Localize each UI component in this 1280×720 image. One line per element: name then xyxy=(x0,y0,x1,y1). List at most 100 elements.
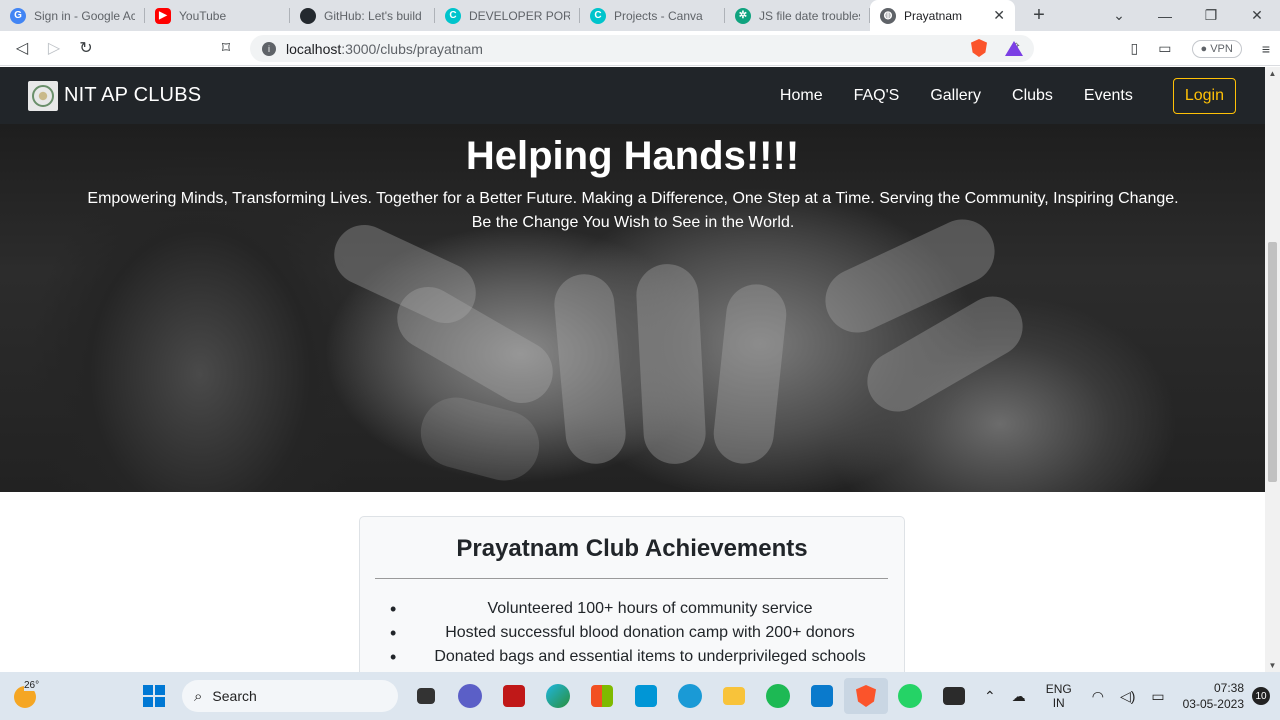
taskbar-apps: ⌕ Search xyxy=(132,678,976,714)
achievements-card: Prayatnam Club Achievements Volunteered … xyxy=(359,516,905,672)
divider xyxy=(375,578,888,579)
wifi-icon[interactable]: ◠ xyxy=(1092,688,1104,705)
site-info-icon[interactable]: i xyxy=(262,41,276,56)
brand[interactable]: NIT AP CLUBS xyxy=(28,80,202,111)
github-icon xyxy=(300,7,316,24)
google-icon: G xyxy=(10,7,26,24)
tab-prayatnam[interactable]: ◍ Prayatnam ✕ xyxy=(870,0,1015,31)
back-icon[interactable]: ◁ xyxy=(6,38,38,58)
taskbar-search[interactable]: ⌕ Search xyxy=(182,680,398,712)
brand-text: NIT AP CLUBS xyxy=(64,84,202,106)
menu-icon[interactable]: ≡ xyxy=(1262,41,1270,57)
nav-home[interactable]: Home xyxy=(780,87,823,105)
lang-code: ENG xyxy=(1045,682,1072,696)
tab-search-icon[interactable]: ⌄ xyxy=(1096,7,1142,24)
tab-github[interactable]: GitHub: Let's build f xyxy=(290,0,435,31)
browser-toolbar: ◁ ▷ ↻ ⌑ i localhost:3000/clubs/prayatnam… xyxy=(0,31,1280,66)
whatsapp-icon[interactable] xyxy=(888,678,932,714)
sidebar-icon[interactable]: ▯ xyxy=(1131,40,1139,57)
canva-icon: C xyxy=(445,7,461,24)
browser-tab-strip: G Sign in - Google Acc ▶ YouTube GitHub:… xyxy=(0,0,1280,31)
spotify-icon[interactable] xyxy=(756,678,800,714)
toolbar-right: ▯ ▭ ● VPN ≡ xyxy=(1131,31,1270,66)
list-item: Hosted successful blood donation camp wi… xyxy=(390,621,890,645)
brave-browser-icon[interactable] xyxy=(844,678,888,714)
vpn-label: VPN xyxy=(1210,42,1233,55)
chatgpt-icon: ✲ xyxy=(735,7,751,24)
page-scrollbar[interactable]: ▲ ▼ xyxy=(1265,67,1280,672)
tab-developer-portfolio[interactable]: C DEVELOPER PORTFO xyxy=(435,0,580,31)
close-icon[interactable]: ✕ xyxy=(993,7,1005,24)
tab-youtube[interactable]: ▶ YouTube xyxy=(145,0,290,31)
tab-projects-canva[interactable]: C Projects - Canva xyxy=(580,0,725,31)
address-bar[interactable]: i localhost:3000/clubs/prayatnam ⇪ xyxy=(250,35,1034,62)
volume-icon[interactable]: ◁) xyxy=(1120,688,1135,705)
notification-badge[interactable]: 10 xyxy=(1252,687,1270,705)
list-item: Volunteered 100+ hours of community serv… xyxy=(390,597,890,621)
globe-icon: ◍ xyxy=(880,7,896,24)
weather-widget[interactable]: 26° xyxy=(12,680,42,710)
bookmark-icon[interactable]: ⌑ xyxy=(210,38,242,58)
scrollbar-thumb[interactable] xyxy=(1268,242,1277,482)
onedrive-icon[interactable]: ☁ xyxy=(1012,688,1026,705)
tab-title: Projects - Canva xyxy=(614,8,703,23)
hero-title: Helping Hands!!!! xyxy=(465,134,800,178)
wallet-icon[interactable]: ▭ xyxy=(1158,40,1171,57)
site-navbar: NIT AP CLUBS Home FAQ'S Gallery Clubs Ev… xyxy=(0,67,1265,124)
clock-date: 03-05-2023 xyxy=(1182,697,1244,711)
vpn-button[interactable]: ● VPN xyxy=(1191,39,1242,58)
microsoft-store-icon[interactable] xyxy=(580,678,624,714)
mcafee-icon[interactable] xyxy=(492,678,536,714)
nav-links: Home FAQ'S Gallery Clubs Events Login xyxy=(749,77,1236,114)
hp-support-icon[interactable] xyxy=(624,678,668,714)
teams-chat-icon[interactable] xyxy=(448,678,492,714)
tab-title: DEVELOPER PORTFO xyxy=(469,8,570,23)
help-icon[interactable] xyxy=(668,678,712,714)
list-item: Donated bags and essential items to unde… xyxy=(390,645,890,669)
minimize-icon[interactable]: — xyxy=(1142,8,1188,24)
url-path: :3000/clubs/prayatnam xyxy=(341,40,483,57)
new-tab-button[interactable]: + xyxy=(1025,0,1053,31)
search-icon: ⌕ xyxy=(194,687,203,705)
tab-title: JS file date troublesh xyxy=(759,8,860,23)
login-button[interactable]: Login xyxy=(1172,77,1236,114)
nav-events[interactable]: Events xyxy=(1084,87,1133,105)
windows-taskbar: 26° ⌕ Search ⌃ ☁ ENG IN ◠ ◁) ▭ 07:38 03-… xyxy=(0,672,1280,720)
tab-title: Prayatnam xyxy=(904,8,963,23)
vscode-icon[interactable] xyxy=(800,678,844,714)
chevron-up-icon[interactable]: ⌃ xyxy=(984,688,996,705)
window-controls: ⌄ — ❐ ✕ xyxy=(1096,0,1280,31)
task-view-icon[interactable] xyxy=(404,678,448,714)
nav-clubs[interactable]: Clubs xyxy=(1012,87,1053,105)
edge-icon[interactable] xyxy=(536,678,580,714)
reload-icon[interactable]: ↻ xyxy=(70,38,102,58)
achievements-title: Prayatnam Club Achievements xyxy=(456,535,808,562)
nav-gallery[interactable]: Gallery xyxy=(930,87,981,105)
achievements-list: Volunteered 100+ hours of community serv… xyxy=(390,597,890,669)
tab-js-file-date[interactable]: ✲ JS file date troublesh xyxy=(725,0,870,31)
clock-time: 07:38 xyxy=(1213,681,1244,695)
scroll-up-icon[interactable]: ▲ xyxy=(1265,69,1280,78)
search-label: Search xyxy=(212,688,257,704)
windows-icon xyxy=(143,685,165,707)
terminal-icon[interactable] xyxy=(932,678,976,714)
file-explorer-icon[interactable] xyxy=(712,678,756,714)
forward-icon[interactable]: ▷ xyxy=(38,38,70,58)
temperature: 26° xyxy=(24,680,40,691)
tab-google-signin[interactable]: G Sign in - Google Acc xyxy=(0,0,145,31)
language-indicator[interactable]: ENG IN xyxy=(1046,682,1072,710)
close-window-icon[interactable]: ✕ xyxy=(1234,7,1280,24)
lang-region: IN xyxy=(1052,696,1065,710)
url-host: localhost xyxy=(286,40,342,57)
clock[interactable]: 07:38 03-05-2023 xyxy=(1183,680,1244,712)
nav-faqs[interactable]: FAQ'S xyxy=(854,87,900,105)
brave-rewards-icon[interactable] xyxy=(1005,41,1023,56)
scroll-down-icon[interactable]: ▼ xyxy=(1265,661,1280,670)
hero-banner: Helping Hands!!!! Empowering Minds, Tran… xyxy=(0,124,1265,492)
page-viewport: NIT AP CLUBS Home FAQ'S Gallery Clubs Ev… xyxy=(0,67,1265,672)
battery-icon[interactable]: ▭ xyxy=(1151,688,1164,705)
tab-title: GitHub: Let's build f xyxy=(324,8,425,23)
start-button[interactable] xyxy=(132,678,176,714)
system-tray: ⌃ ☁ ENG IN ◠ ◁) ▭ 07:38 03-05-2023 10 xyxy=(976,672,1280,720)
restore-icon[interactable]: ❐ xyxy=(1188,7,1234,24)
